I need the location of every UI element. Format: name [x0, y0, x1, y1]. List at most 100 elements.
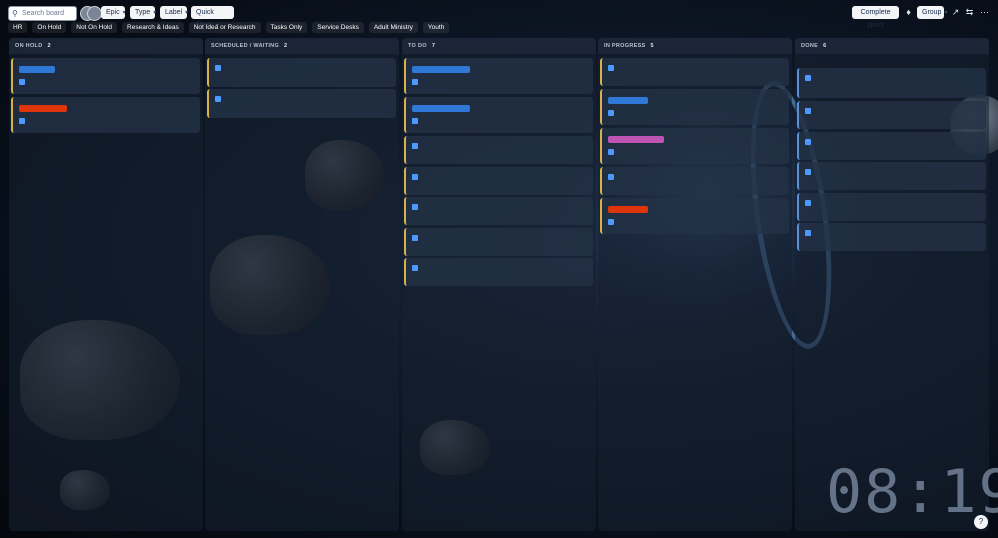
label-filter-label: Label — [165, 9, 183, 16]
issue-key — [805, 139, 980, 145]
quick-filter-chip[interactable]: Service Desks — [312, 22, 364, 33]
issue-card[interactable] — [404, 228, 593, 256]
issue-card[interactable] — [600, 198, 789, 234]
task-type-icon — [608, 174, 614, 180]
epic-lozenge — [412, 66, 470, 73]
task-type-icon — [215, 96, 221, 102]
settings-icon[interactable]: ⇆ — [963, 6, 976, 19]
issue-card[interactable] — [797, 193, 986, 221]
type-filter-dropdown[interactable]: Type ▾ — [130, 6, 156, 19]
issue-key — [608, 174, 783, 180]
epic-lozenge — [19, 105, 67, 112]
task-type-icon — [608, 149, 614, 155]
issue-key — [215, 65, 390, 71]
column-on-hold: ON HOLD 2 — [9, 38, 203, 531]
group-dropdown[interactable]: Group ▾ — [917, 6, 948, 19]
search-input[interactable]: ⚲ Search board — [8, 6, 77, 21]
quick-filter-chip[interactable]: Tasks Only — [265, 22, 308, 33]
issue-card[interactable] — [11, 58, 200, 94]
task-type-icon — [608, 219, 614, 225]
issue-card[interactable] — [600, 167, 789, 195]
more-icon[interactable]: ⋯ — [978, 6, 991, 19]
issue-card[interactable] — [797, 101, 986, 129]
task-type-icon — [805, 230, 811, 236]
quick-filter-chip[interactable]: On Hold — [32, 22, 67, 33]
label-filter-dropdown[interactable]: Label ▾ — [160, 6, 188, 19]
column-title: DONE — [801, 43, 819, 49]
column-header: DONE 6 — [795, 38, 989, 54]
column-header: SCHEDULED / WAITING 2 — [205, 38, 399, 54]
issue-key — [412, 118, 587, 124]
issue-card[interactable] — [797, 223, 986, 251]
issue-card[interactable] — [404, 258, 593, 286]
issue-key — [412, 79, 587, 85]
issue-key — [412, 235, 587, 241]
epic-lozenge — [608, 136, 664, 143]
issue-card[interactable] — [797, 162, 986, 190]
chart-icon[interactable]: ↗ — [949, 6, 962, 19]
help-icon[interactable]: ? — [974, 515, 988, 529]
issue-card[interactable] — [207, 58, 396, 87]
quick-filter-bar: HR On Hold Not On Hold Research & Ideas … — [8, 22, 454, 34]
column-header: ON HOLD 2 — [9, 38, 203, 54]
quick-filter-chip[interactable]: Adult Ministry — [368, 22, 418, 33]
column-title: IN PROGRESS — [604, 43, 646, 49]
quick-filter-chip[interactable]: Not On Hold — [71, 22, 118, 33]
epic-lozenge — [19, 66, 55, 73]
column-count: 5 — [650, 43, 654, 49]
group-label: Group — [922, 9, 942, 16]
quick-filters-dropdown[interactable]: Quick filters ▾ — [191, 6, 234, 29]
issue-key — [412, 143, 587, 149]
issue-key — [805, 169, 980, 175]
column-in-progress: IN PROGRESS 5 — [598, 38, 792, 531]
issue-card[interactable] — [404, 136, 593, 164]
issue-key — [19, 118, 194, 124]
column-title: ON HOLD — [15, 43, 43, 49]
column-scheduled-waiting: SCHEDULED / WAITING 2 — [205, 38, 399, 531]
quick-filter-chip[interactable]: HR — [8, 22, 28, 33]
epic-filter-label: Epic — [106, 9, 120, 16]
quick-filter-chip[interactable]: Research & Ideas — [122, 22, 184, 33]
issue-card[interactable] — [600, 89, 789, 125]
type-filter-label: Type — [135, 9, 151, 16]
search-placeholder: Search board — [22, 10, 65, 17]
column-count: 2 — [47, 43, 51, 49]
task-type-icon — [412, 118, 418, 124]
issue-key — [412, 174, 587, 180]
issue-card[interactable] — [404, 167, 593, 195]
issue-key — [412, 204, 587, 210]
issue-card[interactable] — [207, 89, 396, 118]
task-type-icon — [805, 108, 811, 114]
epic-filter-dropdown[interactable]: Epic ▾ — [101, 6, 126, 19]
issue-key — [412, 265, 587, 271]
epic-lozenge — [412, 105, 470, 112]
column-header: IN PROGRESS 5 — [598, 38, 792, 54]
chevron-down-icon: ▾ — [944, 10, 948, 16]
issue-card[interactable] — [600, 128, 789, 164]
issue-card[interactable] — [600, 58, 789, 86]
task-type-icon — [805, 139, 811, 145]
bell-icon[interactable]: ♦ — [902, 6, 915, 19]
column-count: 7 — [431, 43, 436, 49]
task-type-icon — [805, 200, 811, 206]
issue-key — [608, 219, 783, 225]
complete-sprint-button[interactable]: Complete sprint — [852, 6, 899, 29]
task-type-icon — [19, 118, 25, 124]
issue-card[interactable] — [11, 97, 200, 133]
quick-filter-chip[interactable]: Youth — [422, 22, 450, 33]
issue-card[interactable] — [404, 97, 593, 133]
chevron-down-icon: ▾ — [122, 10, 126, 16]
issue-card[interactable] — [404, 58, 593, 94]
issue-key — [19, 79, 194, 85]
issue-card[interactable] — [797, 132, 986, 160]
issue-card[interactable] — [404, 197, 593, 225]
quick-filter-chip[interactable]: Not Idea or Research — [188, 22, 261, 33]
task-type-icon — [412, 79, 418, 85]
issue-card[interactable] — [797, 68, 986, 98]
avatar[interactable] — [87, 6, 102, 21]
task-type-icon — [805, 169, 811, 175]
epic-lozenge — [608, 97, 648, 104]
column-to-do: TO DO 7 — [402, 38, 596, 531]
task-type-icon — [608, 110, 614, 116]
board-toolbar: ⚲ Search board Epic ▾ Type ▾ Label ▾ Quick … — [0, 0, 998, 29]
